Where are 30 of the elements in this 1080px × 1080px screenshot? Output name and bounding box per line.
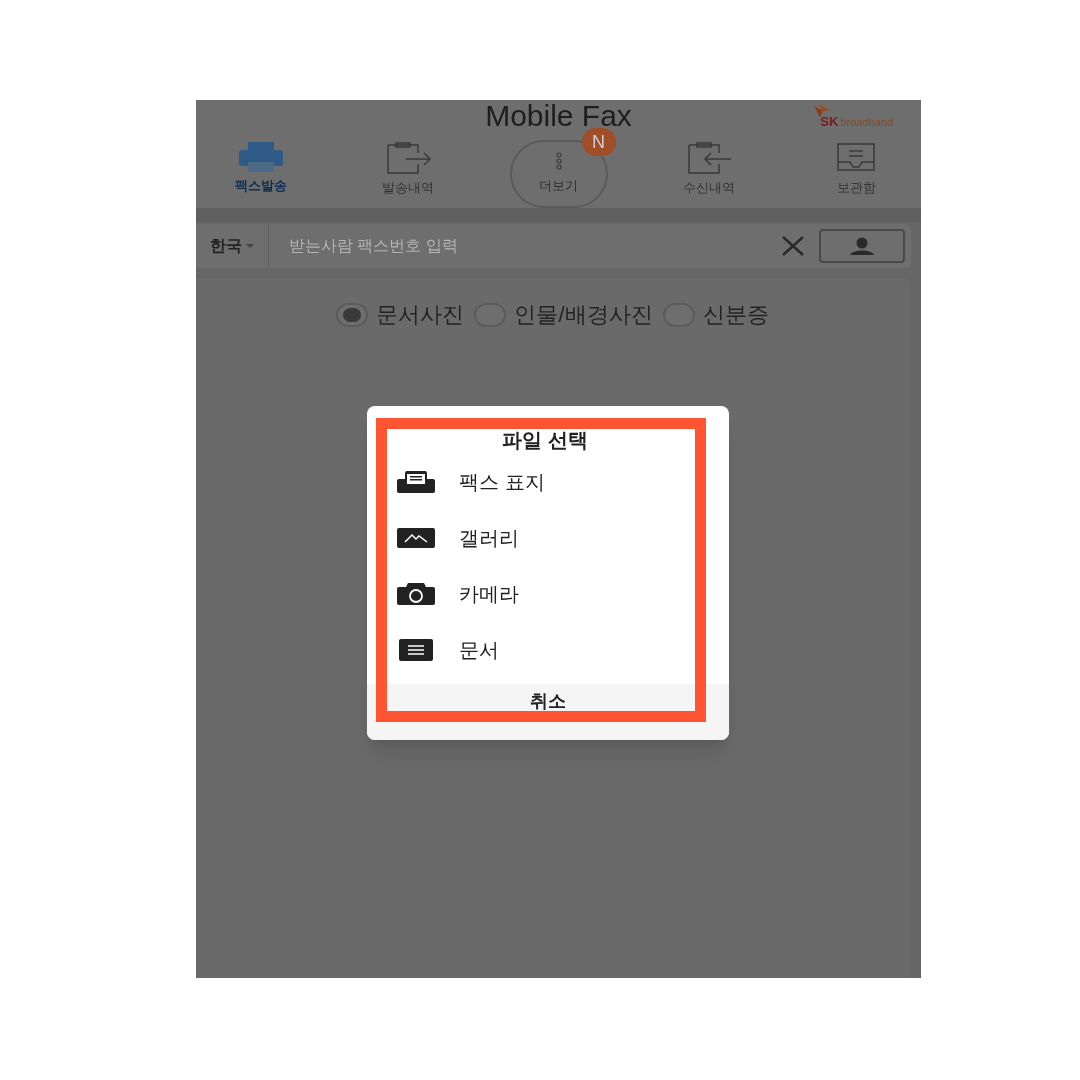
caret-icon	[246, 244, 254, 248]
person-icon	[848, 237, 876, 255]
fax-number-field[interactable]: 받는사람 팩스번호 입력	[269, 224, 781, 268]
contacts-button[interactable]	[819, 229, 905, 263]
file-option[interactable]: 갤러리	[397, 510, 693, 566]
tray-icon	[836, 142, 876, 174]
nav-tab[interactable]: 보관함	[811, 142, 901, 198]
logo-sk: SK	[820, 115, 839, 128]
printer-icon	[238, 142, 284, 172]
nav-tab[interactable]: 발송내역	[362, 142, 453, 198]
photo-type-radio[interactable]: 문서사진	[336, 298, 465, 331]
image-icon	[397, 528, 435, 548]
file-option[interactable]: 팩스 표지	[397, 454, 693, 510]
nav-tab[interactable]: 팩스발송	[216, 142, 306, 196]
document-icon	[399, 639, 433, 661]
more-icon	[555, 152, 562, 171]
country-dropdown[interactable]: 한국	[196, 224, 269, 268]
clipboard-arrow-icon	[685, 142, 734, 174]
photo-type-radio[interactable]: 신분증	[662, 298, 769, 331]
fax-icon	[397, 471, 435, 493]
file-option[interactable]: 문서	[397, 622, 693, 678]
close-icon[interactable]	[781, 236, 805, 256]
logo-text: broadband	[840, 117, 893, 128]
new-badge: N	[581, 128, 616, 156]
file-option[interactable]: 카메라	[397, 566, 693, 622]
photo-type-radio[interactable]: 인물/배경사진	[474, 298, 653, 331]
camera-icon	[397, 583, 435, 605]
app-title: Mobile Fax	[485, 101, 632, 131]
nav-tab[interactable]: 수신내역	[664, 142, 755, 198]
dialog-title: 파일 선택	[501, 428, 589, 453]
